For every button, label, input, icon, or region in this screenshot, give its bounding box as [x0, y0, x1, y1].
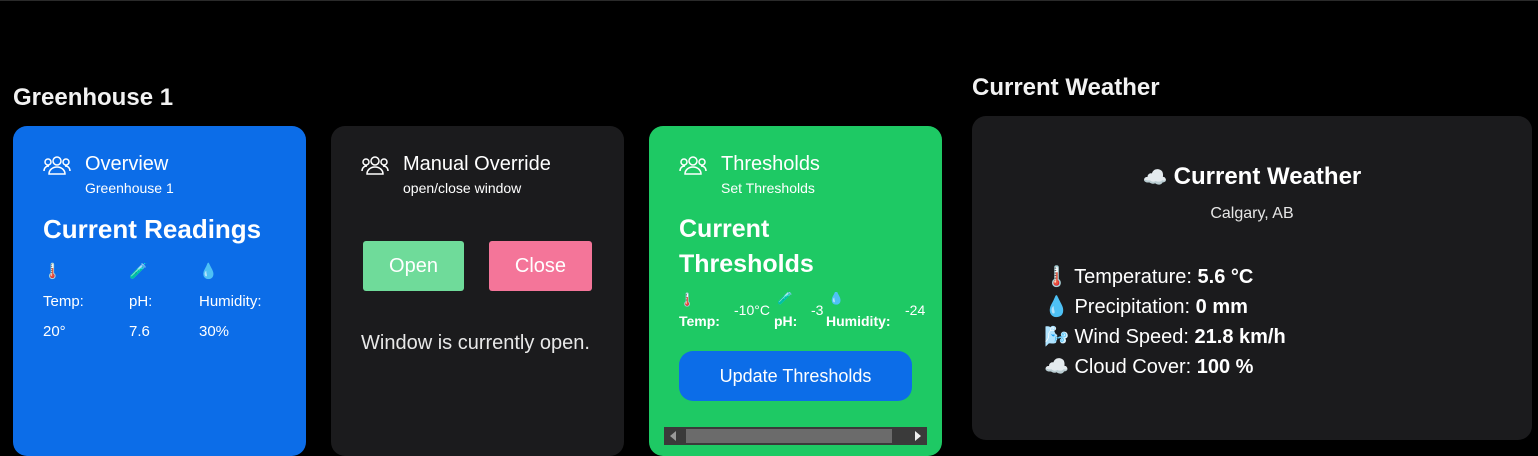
weather-card-title-row: ☁️ Current Weather — [972, 163, 1532, 191]
horizontal-scrollbar[interactable] — [664, 427, 927, 445]
weather-card-title: Current Weather — [1173, 163, 1362, 190]
reading-ph-value: 7.6 — [129, 323, 150, 340]
thresholds-title: Thresholds — [721, 153, 820, 175]
droplet-icon: 💧 — [1044, 296, 1069, 318]
overview-header: Overview Greenhouse 1 — [43, 152, 174, 197]
weather-location: Calgary, AB — [1210, 205, 1294, 222]
weather-row-cloud-cover: ☁️ Cloud Cover: 100 % — [1044, 352, 1286, 382]
test-tube-icon: 🧪 — [129, 263, 148, 280]
override-header: Manual Override open/close window — [361, 152, 551, 197]
weather-row-precipitation: 💧 Precipitation: 0 mm — [1044, 292, 1286, 322]
scroll-right-icon[interactable] — [915, 431, 921, 441]
cloud-icon: ☁️ — [1044, 356, 1069, 378]
current-readings-title: Current Readings — [43, 214, 262, 244]
thresholds-subtitle: Set Thresholds — [721, 180, 815, 196]
users-icon — [679, 156, 707, 175]
thermometer-icon: 🌡️ — [1044, 266, 1069, 288]
update-thresholds-button[interactable]: Update Thresholds — [679, 351, 912, 401]
reading-humidity-value: 30% — [199, 323, 230, 340]
thresholds-scroll-row[interactable]: 🌡️ Temp: -10°C 🧪 pH: -3 💧 Humidity: -24 — [679, 292, 929, 332]
wind-speed-value: 21.8 km/h — [1194, 326, 1286, 348]
reading-ph-label: pH: — [129, 293, 153, 310]
thermometer-icon: 🌡️ — [679, 292, 696, 307]
wind-speed-label: Wind Speed: — [1074, 326, 1189, 348]
threshold-temp-label: Temp: — [679, 313, 720, 329]
window-status-text: Window is currently open. — [361, 332, 590, 354]
reading-temp: 🌡️ Temp: 20° — [43, 263, 84, 340]
reading-temp-label: Temp: — [43, 293, 84, 310]
temperature-label: Temperature: — [1074, 266, 1192, 288]
users-icon — [43, 156, 71, 175]
open-window-button[interactable]: Open — [363, 241, 464, 291]
cloud-cover-label: Cloud Cover: — [1074, 356, 1192, 378]
droplet-icon: 💧 — [199, 263, 218, 280]
overview-subtitle: Greenhouse 1 — [85, 180, 174, 196]
temperature-value: 5.6 °C — [1197, 266, 1254, 288]
threshold-ph-value: -3 — [811, 302, 824, 318]
scrollbar-thumb[interactable] — [686, 429, 892, 443]
weather-card: ☁️ Current Weather Calgary, AB 🌡️ Tempera… — [972, 116, 1532, 440]
droplet-icon: 💧 — [828, 292, 845, 305]
cloud-cover-value: 100 % — [1196, 356, 1254, 378]
test-tube-icon: 🧪 — [777, 292, 794, 305]
thermometer-icon: 🌡️ — [43, 263, 62, 280]
top-divider — [0, 0, 1538, 1]
cloud-icon: ☁️ — [1142, 167, 1168, 189]
threshold-temp-value: -10°C — [734, 302, 770, 318]
thresholds-card: Thresholds Set Thresholds Current Thresh… — [649, 126, 942, 456]
reading-humidity-label: Humidity: — [199, 293, 262, 310]
weather-section-title: Current Weather — [972, 74, 1160, 101]
wind-icon: 🌬️ — [1044, 326, 1069, 348]
current-thresholds-title: Current Thresholds — [679, 215, 814, 278]
precipitation-label: Precipitation: — [1074, 296, 1191, 318]
overview-card: Overview Greenhouse 1 Current Readings 🌡… — [13, 126, 306, 456]
scroll-left-icon[interactable] — [670, 431, 676, 441]
manual-override-card: Manual Override open/close window Open C… — [331, 126, 624, 456]
users-icon — [361, 156, 389, 175]
precipitation-value: 0 mm — [1195, 296, 1248, 318]
threshold-humidity-label: Humidity: — [826, 313, 891, 329]
weather-details-list: 🌡️ Temperature: 5.6 °C 💧 Precipitation: … — [1044, 262, 1286, 382]
reading-temp-value: 20° — [43, 323, 66, 340]
reading-ph: 🧪 pH: 7.6 — [129, 263, 152, 340]
close-window-button[interactable]: Close — [489, 241, 592, 291]
reading-humidity: 💧 Humidity: 30% — [199, 263, 262, 340]
override-title: Manual Override — [403, 153, 551, 175]
override-subtitle: open/close window — [403, 180, 522, 196]
greenhouse-section-title: Greenhouse 1 — [13, 84, 174, 111]
threshold-humidity-value: -24 — [905, 302, 926, 318]
weather-row-temperature: 🌡️ Temperature: 5.6 °C — [1044, 262, 1286, 292]
threshold-ph-label: pH: — [774, 313, 798, 329]
weather-row-wind: 🌬️ Wind Speed: 21.8 km/h — [1044, 322, 1286, 352]
overview-title: Overview — [85, 153, 169, 175]
thresholds-header: Thresholds Set Thresholds — [679, 152, 820, 197]
